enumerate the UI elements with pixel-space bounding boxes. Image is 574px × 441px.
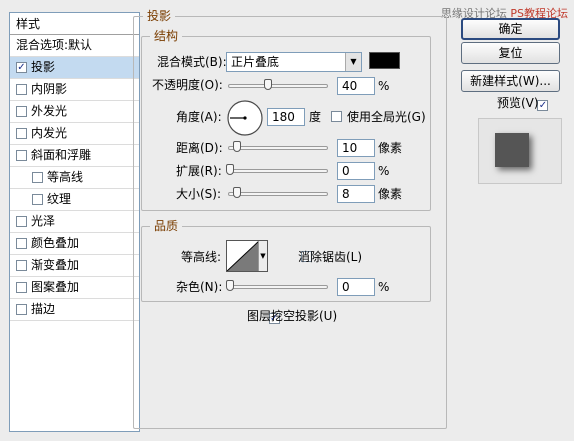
angle-dial[interactable]	[226, 99, 264, 137]
ok-button[interactable]: 确定	[461, 18, 560, 40]
size-input[interactable]: 8	[337, 185, 375, 203]
angle-input[interactable]: 180	[267, 108, 305, 126]
style-item-label: 颜色叠加	[31, 236, 80, 250]
anti-alias-label[interactable]: 消除锯齿(L)	[298, 248, 362, 266]
quality-title: 品质	[150, 219, 183, 233]
global-light-label[interactable]: 使用全局光(G)	[347, 108, 426, 126]
pattern-overlay-checkbox[interactable]	[16, 282, 27, 293]
spread-slider-thumb[interactable]	[226, 164, 234, 175]
inner-glow-checkbox[interactable]	[16, 128, 27, 139]
style-item-satin[interactable]: 光泽	[10, 211, 139, 233]
style-item-label: 投影	[31, 60, 56, 74]
outer-glow-checkbox[interactable]	[16, 106, 27, 117]
distance-input[interactable]: 10	[337, 139, 375, 157]
structure-title: 结构	[150, 29, 183, 43]
style-item-label: 渐变叠加	[31, 258, 80, 272]
style-item-label: 图案叠加	[31, 280, 80, 294]
blend-options-item[interactable]: 混合选项:默认	[10, 35, 139, 57]
knockout-label[interactable]: 图层挖空投影(U)	[247, 307, 337, 325]
opacity-slider-thumb[interactable]	[264, 79, 272, 90]
blend-mode-label: 混合模式(B):	[157, 55, 227, 69]
noise-input[interactable]: 0	[337, 278, 375, 296]
blend-mode-value: 正片叠底	[231, 55, 280, 69]
contour-picker[interactable]: ▼	[226, 240, 268, 272]
style-item-inner-shadow[interactable]: 内阴影	[10, 79, 139, 101]
opacity-unit: %	[378, 79, 390, 93]
preview-square	[495, 133, 529, 167]
style-item-label: 斜面和浮雕	[31, 148, 92, 162]
contour-preview-icon	[227, 241, 259, 271]
opacity-input[interactable]: 40	[337, 77, 375, 95]
style-item-stroke[interactable]: 描边	[10, 299, 139, 321]
style-item-label: 外发光	[31, 104, 68, 118]
size-unit: 像素	[378, 187, 403, 201]
reset-button[interactable]: 复位	[461, 42, 560, 64]
distance-unit: 像素	[378, 141, 403, 155]
gradient-overlay-checkbox[interactable]	[16, 260, 27, 271]
texture-checkbox[interactable]	[32, 194, 43, 205]
inner-shadow-checkbox[interactable]	[16, 84, 27, 95]
contour-label: 等高线:	[181, 250, 222, 264]
style-item-drop-shadow[interactable]: ✓ 投影	[10, 57, 139, 79]
drop-shadow-checkbox[interactable]: ✓	[16, 62, 27, 73]
spread-slider-track[interactable]	[228, 169, 328, 173]
size-slider-thumb[interactable]	[233, 187, 241, 198]
chevron-down-icon[interactable]: ▼	[258, 241, 267, 271]
style-item-label: 纹理	[47, 192, 72, 206]
angle-unit: 度	[309, 110, 322, 124]
bevel-emboss-checkbox[interactable]	[16, 150, 27, 161]
satin-checkbox[interactable]	[16, 216, 27, 227]
style-item-label: 等高线	[47, 170, 84, 184]
color-overlay-checkbox[interactable]	[16, 238, 27, 249]
distance-slider-track[interactable]	[228, 146, 328, 150]
style-item-color-overlay[interactable]: 颜色叠加	[10, 233, 139, 255]
style-item-label: 描边	[31, 302, 56, 316]
style-item-inner-glow[interactable]: 内发光	[10, 123, 139, 145]
opacity-slider-track[interactable]	[228, 84, 328, 88]
noise-unit: %	[378, 280, 390, 294]
spread-unit: %	[378, 164, 390, 178]
style-item-gradient-overlay[interactable]: 渐变叠加	[10, 255, 139, 277]
angle-label: 角度(A):	[176, 110, 222, 124]
style-preview-thumbnail	[478, 118, 562, 184]
drop-shadow-title: 投影	[143, 9, 176, 23]
global-light-checkbox[interactable]	[331, 111, 342, 122]
spread-input[interactable]: 0	[337, 162, 375, 180]
styles-panel: 样式 混合选项:默认 ✓ 投影 内阴影 外发光 内发光 斜面和浮雕 等高线 纹理…	[9, 12, 140, 432]
preview-label[interactable]: 预览(V)	[497, 94, 539, 112]
style-item-label: 光泽	[31, 214, 56, 228]
shadow-color-swatch[interactable]	[369, 52, 400, 69]
new-style-button[interactable]: 新建样式(W)...	[461, 70, 560, 92]
style-item-texture[interactable]: 纹理	[10, 189, 139, 211]
style-item-pattern-overlay[interactable]: 图案叠加	[10, 277, 139, 299]
preview-checkbox[interactable]: ✓	[537, 100, 549, 111]
size-label: 大小(S):	[176, 187, 222, 201]
noise-slider-thumb[interactable]	[226, 280, 234, 291]
style-item-label: 内阴影	[31, 82, 68, 96]
blend-mode-select[interactable]: 正片叠底 ▼	[226, 52, 362, 72]
style-item-outer-glow[interactable]: 外发光	[10, 101, 139, 123]
distance-slider-thumb[interactable]	[233, 141, 241, 152]
styles-panel-title[interactable]: 样式	[10, 13, 139, 35]
style-item-label: 内发光	[31, 126, 68, 140]
opacity-label: 不透明度(O):	[152, 78, 223, 92]
contour-checkbox[interactable]	[32, 172, 43, 183]
distance-label: 距离(D):	[176, 141, 223, 155]
noise-label: 杂色(N):	[176, 280, 223, 294]
noise-slider-track[interactable]	[228, 285, 328, 289]
stroke-checkbox[interactable]	[16, 304, 27, 315]
style-item-contour[interactable]: 等高线	[10, 167, 139, 189]
chevron-down-icon[interactable]: ▼	[345, 53, 361, 71]
size-slider-track[interactable]	[228, 192, 328, 196]
spread-label: 扩展(R):	[176, 164, 222, 178]
style-item-bevel-emboss[interactable]: 斜面和浮雕	[10, 145, 139, 167]
